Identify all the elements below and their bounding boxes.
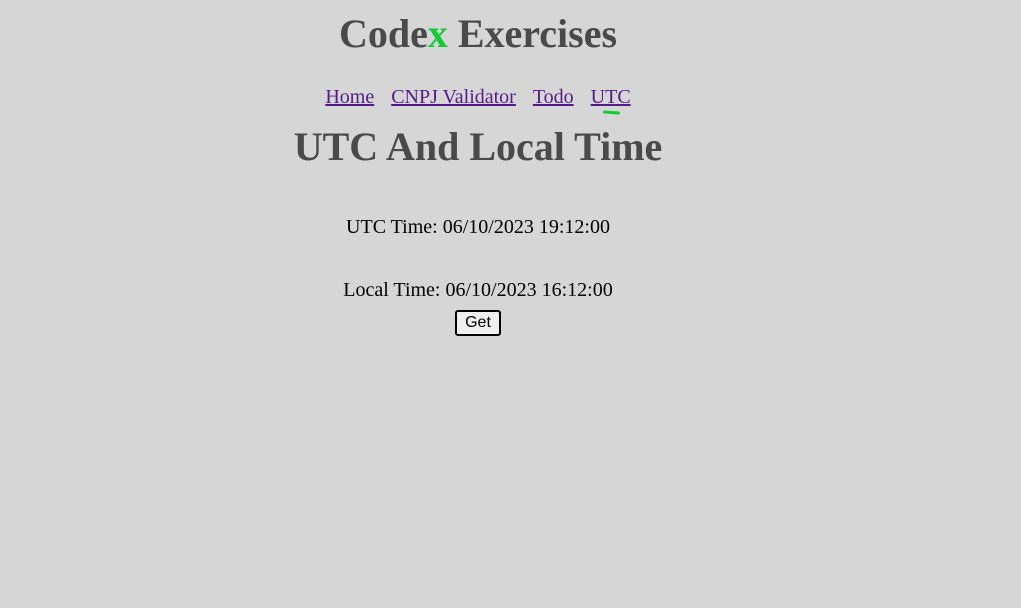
local-time: Local Time: 06/10/2023 16:12:00	[343, 279, 613, 301]
brand-suffix: Exercises	[447, 11, 618, 56]
utc-time: UTC Time: 06/10/2023 19:12:00	[346, 216, 610, 238]
page: Codex Exercises Home CNPJ Validator Todo…	[0, 0, 956, 336]
brand-prefix: Code	[338, 11, 428, 56]
nav-cnpj-validator[interactable]: CNPJ Validator	[391, 86, 516, 108]
page-title: UTC And Local Time	[293, 124, 663, 169]
nav-utc[interactable]: UTC	[591, 86, 631, 108]
get-button[interactable]: Get	[455, 310, 501, 336]
nav-todo[interactable]: Todo	[533, 86, 574, 108]
brand-accent: x	[427, 11, 448, 56]
site-title: Codex Exercises	[0, 0, 956, 56]
nav-home[interactable]: Home	[325, 86, 374, 108]
main-nav: Home CNPJ Validator Todo UTC	[0, 85, 956, 109]
